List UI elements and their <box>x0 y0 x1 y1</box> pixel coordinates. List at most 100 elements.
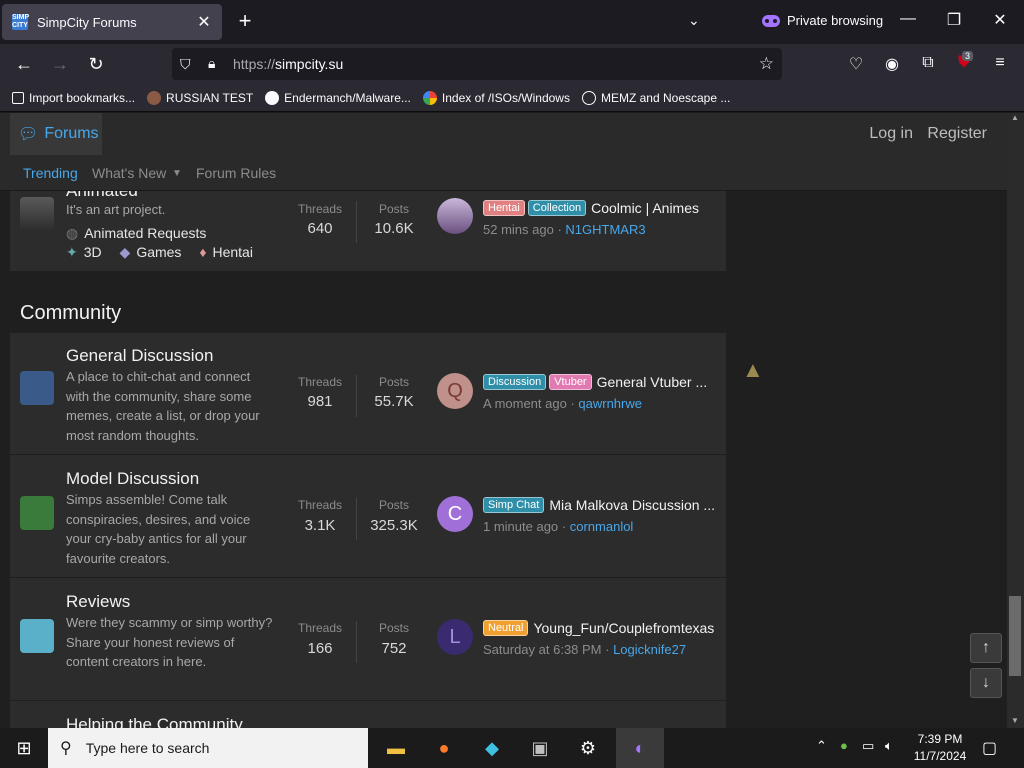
scrollbar-thumb[interactable] <box>1009 596 1021 676</box>
last-post-line: Neutral Young_Fun/Couplefromtexas <box>483 620 714 636</box>
pocket-icon[interactable]: ♡ <box>846 54 866 74</box>
restore-button[interactable]: ❐ <box>944 10 964 30</box>
node-title[interactable]: Model Discussion <box>66 469 199 489</box>
last-post-time[interactable]: 1 minute ago <box>483 519 558 534</box>
chevron-down-icon[interactable]: ▼ <box>172 168 182 179</box>
page-scrollbar[interactable]: ▲ ▼ <box>1007 113 1024 728</box>
scroll-down-arrow-icon[interactable]: ▼ <box>1011 716 1019 725</box>
bookmark-endermanch[interactable]: Endermanch/Malware... <box>265 90 411 105</box>
prefix-tag-neutral[interactable]: Neutral <box>483 620 529 636</box>
prefix-tag-hentai[interactable]: Hentai <box>483 200 525 216</box>
register-link[interactable]: Register <box>927 125 987 143</box>
minimize-button[interactable]: — <box>898 10 918 28</box>
last-post-user[interactable]: cornmanlol <box>570 519 634 534</box>
bookmark-label: Index of /ISOs/Windows <box>441 90 570 105</box>
network-icon[interactable]: ▭ <box>862 738 874 754</box>
avatar[interactable]: C <box>437 496 473 532</box>
node-reviews: Reviews Were they scammy or simp worthy?… <box>10 579 726 701</box>
tray-chevron-up-icon[interactable]: ⌃ <box>816 738 827 754</box>
last-post-line: Hentai Collection Coolmic | Animes <box>483 200 699 216</box>
globe-icon <box>147 90 162 105</box>
last-post-time[interactable]: 52 mins ago <box>483 222 554 237</box>
extensions-icon[interactable]: ⧉ <box>918 54 938 72</box>
bookmark-index-isos[interactable]: Index of /ISOs/Windows <box>422 90 570 105</box>
bookmark-star-icon[interactable]: ☆ <box>759 54 774 74</box>
threads-count: 3.1K <box>304 517 336 534</box>
lock-icon[interactable]: 🔒︎ <box>208 55 215 72</box>
browser-window: SIMP CITY SimpCity Forums ✕ + ⌄ Private … <box>0 0 1024 768</box>
menu-icon[interactable]: ≡ <box>990 54 1010 72</box>
volume-icon[interactable]: 🔈︎ <box>885 738 893 754</box>
last-post-user[interactable]: N1GHTMAR3 <box>565 222 645 237</box>
close-tab-icon[interactable]: ✕ <box>196 12 212 32</box>
subforum-games[interactable]: Games <box>136 244 181 260</box>
reload-button[interactable]: ↻ <box>85 53 107 75</box>
avatar[interactable]: L <box>437 619 473 655</box>
subnav-whats-new[interactable]: What's New <box>92 165 166 181</box>
prefix-tag-collection[interactable]: Collection <box>527 200 587 216</box>
tracking-protection-shield-icon[interactable]: ⛉ <box>180 56 191 73</box>
bookmark-russian-test[interactable]: RUSSIAN TEST <box>147 90 253 105</box>
system-clock[interactable]: 7:39 PM 11/7/2024 <box>912 731 968 765</box>
last-post-meta: Saturday at 6:38 PM · Logicknife27 <box>483 642 687 657</box>
last-post-user[interactable]: Logicknife27 <box>613 642 686 657</box>
last-thread-title[interactable]: Mia Malkova Discussion ... <box>549 497 715 513</box>
prefix-tag-vtuber[interactable]: Vtuber <box>549 374 592 390</box>
last-thread-title[interactable]: General Vtuber ... <box>597 374 708 390</box>
animated-node-icon <box>20 197 54 231</box>
scroll-up-arrow-icon[interactable]: ▲ <box>1011 113 1019 122</box>
bookmark-memz[interactable]: MEMZ and Noescape ... <box>581 90 730 105</box>
taskbar-search-box[interactable]: ⚲ Type here to search <box>48 728 368 768</box>
computer-app-icon[interactable]: ▣ <box>520 732 560 764</box>
node-title[interactable]: Reviews <box>66 592 130 612</box>
category-title[interactable]: Community <box>20 302 121 325</box>
notification-center-icon[interactable]: ▢ <box>982 738 997 758</box>
subforum-animated-requests[interactable]: Animated Requests <box>84 225 206 241</box>
windows-start-icon[interactable]: ⊞ <box>0 728 48 768</box>
avatar[interactable]: Q <box>437 373 473 409</box>
tab-title: SimpCity Forums <box>37 14 137 30</box>
firefox-private-icon[interactable]: ◐ <box>616 728 664 768</box>
node-title[interactable]: Helping the Community <box>66 715 243 728</box>
bookmark-import[interactable]: Import bookmarks... <box>12 91 135 105</box>
bookmark-label: Endermanch/Malware... <box>284 90 411 105</box>
last-post-time[interactable]: Saturday at 6:38 PM <box>483 642 602 657</box>
last-thread-title[interactable]: Young_Fun/Couplefromtexas <box>533 620 714 636</box>
forward-button[interactable]: → <box>49 53 71 75</box>
address-bar[interactable]: ⛉ 🔒︎ https://simpcity.su ☆ <box>172 48 782 80</box>
settings-gear-icon[interactable]: ⚙ <box>568 732 608 764</box>
new-tab-button[interactable]: + <box>234 10 256 32</box>
close-window-button[interactable]: ✕ <box>990 10 1010 30</box>
forums-tab[interactable]: 💬︎ Forums <box>10 113 102 155</box>
last-post-line: Simp Chat Mia Malkova Discussion ... <box>483 497 715 513</box>
node-title[interactable]: General Discussion <box>66 346 213 366</box>
user-presence-icon[interactable]: ● <box>840 738 848 753</box>
subnav-trending[interactable]: Trending <box>23 165 78 181</box>
site-favicon-icon: SIMP CITY <box>12 14 30 30</box>
prefix-tag-discussion[interactable]: Discussion <box>483 374 547 390</box>
account-icon[interactable]: ◉ <box>882 54 902 74</box>
scroll-to-bottom-button[interactable]: ↓ <box>970 668 1002 698</box>
subnav-forum-rules[interactable]: Forum Rules <box>196 165 276 181</box>
last-thread-title[interactable]: Coolmic | Animes <box>591 200 699 216</box>
prefix-tag-simp-chat[interactable]: Simp Chat <box>483 497 545 513</box>
subforum-icon: ◍ <box>66 225 79 241</box>
subforum-3d[interactable]: 3D <box>84 244 102 260</box>
subforum-hentai[interactable]: Hentai <box>212 244 252 260</box>
stat-divider <box>356 621 357 663</box>
last-post-meta: 1 minute ago · cornmanlol <box>483 519 634 534</box>
back-button[interactable]: ← <box>13 53 35 75</box>
url-text[interactable]: https://simpcity.su <box>233 56 343 72</box>
scroll-to-top-button[interactable]: ↑ <box>970 633 1002 663</box>
list-all-tabs-button[interactable]: ⌄ <box>688 12 700 29</box>
gem-app-icon[interactable]: ◆ <box>472 732 512 764</box>
last-post-user[interactable]: qawrnhrwe <box>578 396 642 411</box>
firefox-icon[interactable]: ● <box>424 732 464 764</box>
node-model-discussion: Model Discussion Simps assemble! Come ta… <box>10 456 726 578</box>
avatar[interactable] <box>437 198 473 234</box>
login-link[interactable]: Log in <box>869 125 913 143</box>
last-post-time[interactable]: A moment ago <box>483 396 567 411</box>
file-explorer-icon[interactable]: ▬ <box>376 732 416 764</box>
browser-tab[interactable]: SIMP CITY SimpCity Forums ✕ <box>2 4 222 40</box>
sub-forum-list: ◍ Animated Requests <box>66 225 220 242</box>
